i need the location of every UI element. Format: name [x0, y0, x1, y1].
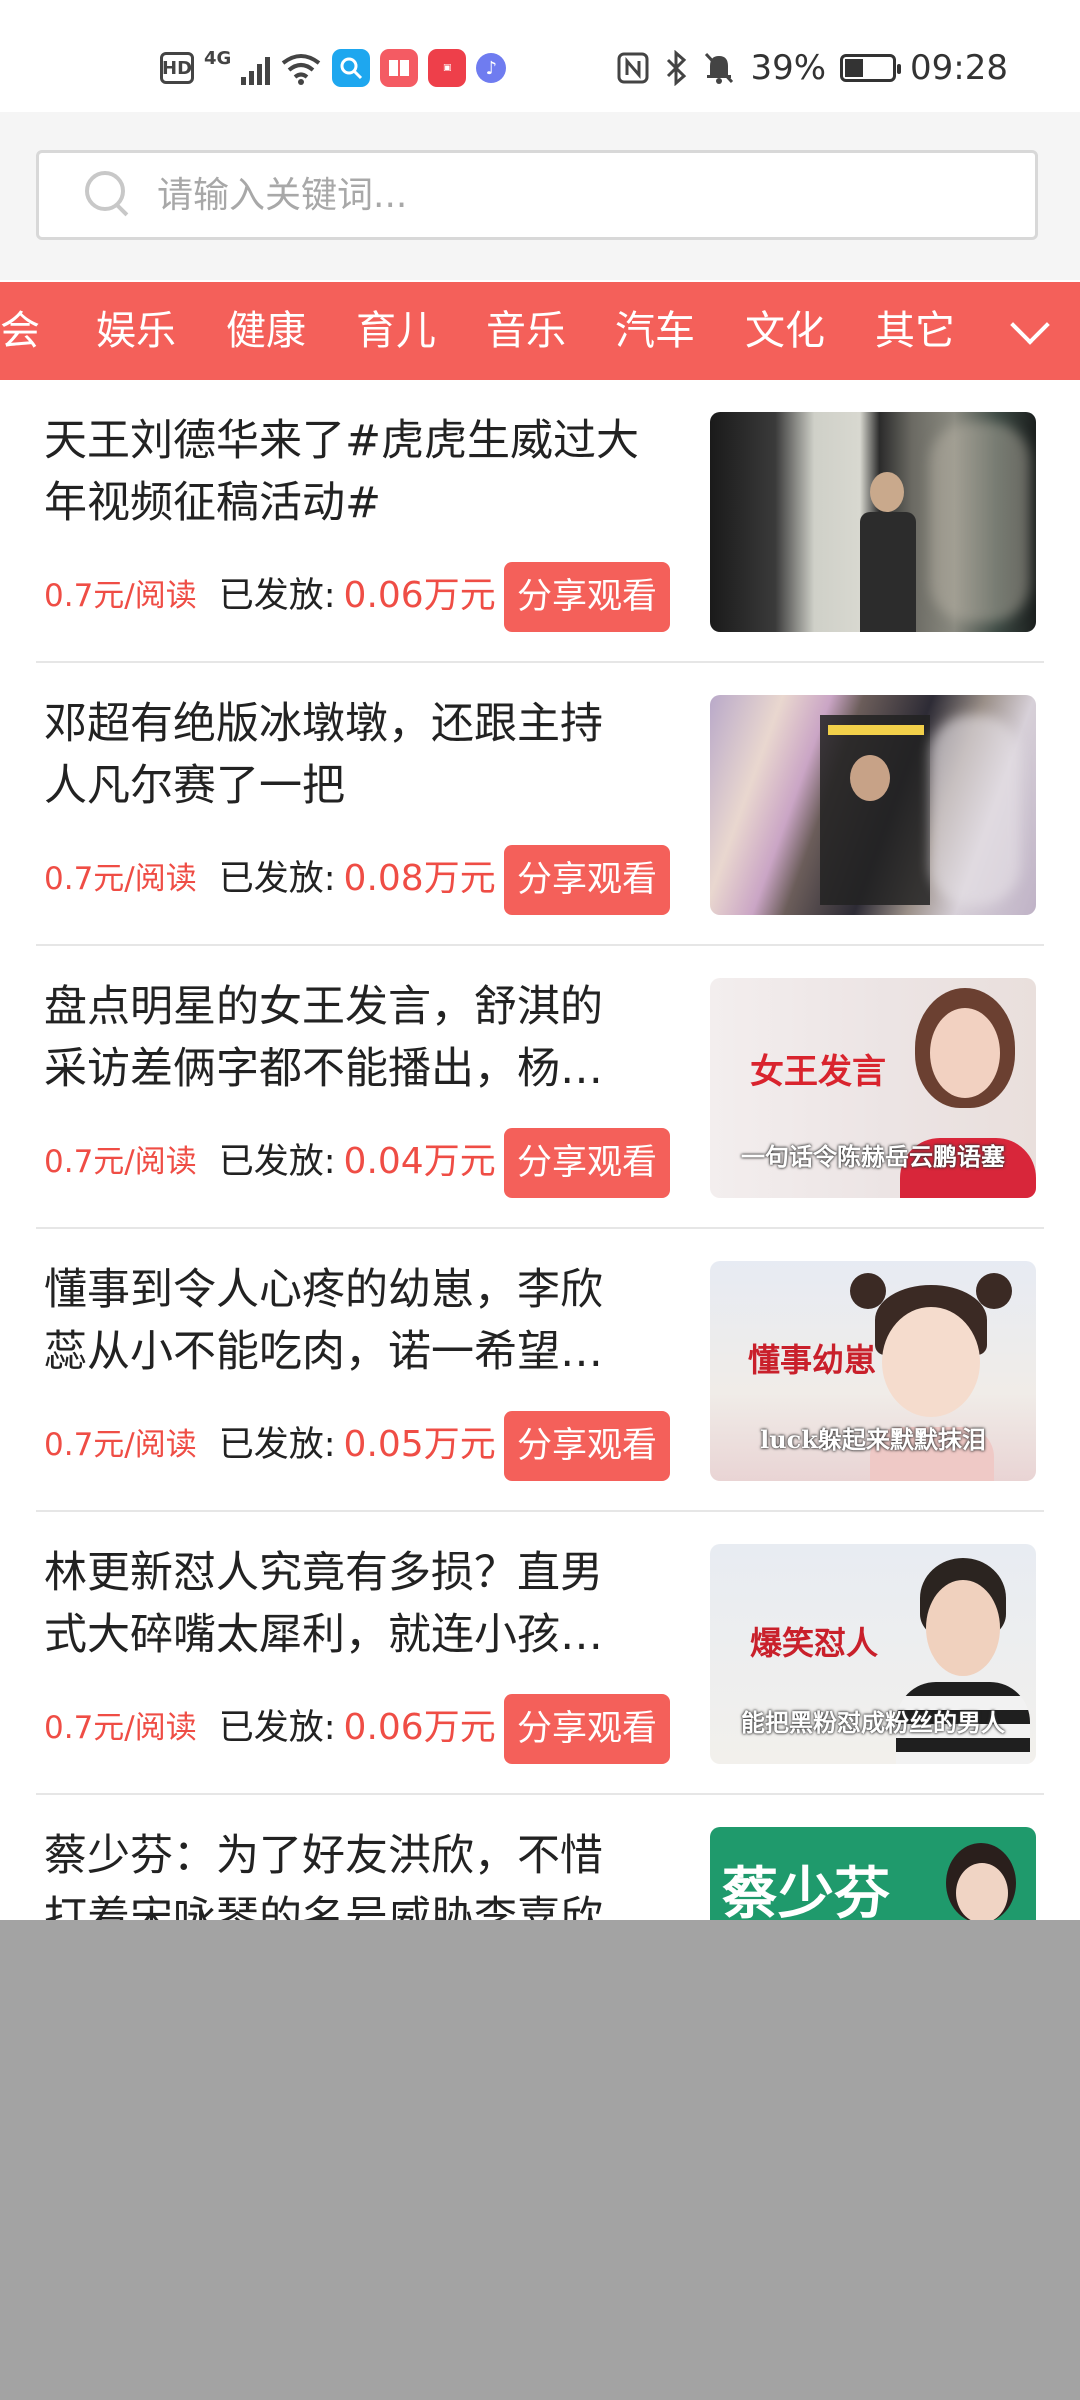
share-watch-button[interactable]: 分享观看	[504, 1694, 670, 1764]
tab-entertainment[interactable]: 娱乐	[96, 282, 176, 380]
news-meta: 0.7元/阅读 已发放: 0.06万元	[44, 1690, 496, 1758]
tab-health[interactable]: 健康	[226, 282, 306, 380]
news-feed: 天王刘德华来了#虎虎生威过大年视频征稿活动# 0.7元/阅读 已发放: 0.06…	[0, 380, 1080, 2078]
chevron-down-icon	[1010, 305, 1050, 345]
reward-rate: 0.7元/阅读	[44, 860, 197, 897]
published-value: 0.08万元	[343, 858, 496, 899]
published-label: 已发放:	[218, 1424, 336, 1465]
thumb-subtitle: 能把黑粉怼成粉丝的男人	[741, 1708, 1005, 1737]
news-item[interactable]: 天王刘德华来了#虎虎生威过大年视频征稿活动# 0.7元/阅读 已发放: 0.06…	[36, 380, 1044, 663]
bottom-overlay	[0, 1920, 1080, 2400]
published-value: 0.04万元	[343, 1141, 496, 1182]
search-box[interactable]	[36, 150, 1038, 240]
bluetooth-icon	[667, 50, 687, 86]
status-bar: HD 4G ▣ ♪ 39% 09:28	[0, 0, 1080, 112]
news-meta: 0.7元/阅读 已发放: 0.06万元	[44, 558, 496, 626]
search-input[interactable]	[155, 173, 1035, 217]
reward-rate: 0.7元/阅读	[44, 1709, 197, 1746]
search-icon	[79, 165, 139, 225]
thumb-title: 蔡少芬	[722, 1862, 890, 1927]
thumb-face	[956, 1863, 1008, 1923]
reader-app-icon	[380, 49, 419, 87]
share-watch-button[interactable]: 分享观看	[504, 562, 670, 632]
news-thumbnail[interactable]	[710, 412, 1036, 632]
search-app-icon	[332, 49, 371, 87]
reward-rate: 0.7元/阅读	[44, 1143, 197, 1180]
thumb-figure	[870, 472, 904, 512]
status-left: HD 4G ▣ ♪	[160, 44, 507, 92]
mute-icon	[705, 52, 734, 84]
tab-music[interactable]: 音乐	[486, 282, 566, 380]
news-thumbnail[interactable]: 懂事幼崽 luck躲起来默默抹泪	[710, 1261, 1036, 1481]
tab-auto[interactable]: 汽车	[615, 282, 695, 380]
news-meta: 0.7元/阅读 已发放: 0.05万元	[44, 1407, 496, 1475]
news-thumbnail[interactable]	[710, 695, 1036, 915]
category-tabs: 社会 娱乐 健康 育儿 音乐 汽车 文化 其它	[0, 282, 1080, 380]
more-categories-button[interactable]	[980, 282, 1080, 380]
nfc-icon	[617, 52, 649, 84]
huawei-app-icon: ▣	[428, 49, 467, 87]
news-thumbnail[interactable]: 女王发言 一句话令陈赫岳云鹏语塞	[710, 978, 1036, 1198]
share-watch-button[interactable]: 分享观看	[504, 845, 670, 915]
published-value: 0.05万元	[343, 1424, 496, 1465]
hd-icon: HD	[160, 52, 194, 84]
news-item[interactable]: 盘点明星的女王发言，舒淇的采访差俩字都不能播出，杨… 0.7元/阅读 已发放: …	[36, 946, 1044, 1229]
thumb-face	[926, 1580, 1000, 1676]
published-value: 0.06万元	[343, 1707, 496, 1748]
news-thumbnail[interactable]: 爆笑怼人 能把黑粉怼成粉丝的男人	[710, 1544, 1036, 1764]
news-title[interactable]: 懂事到令人心疼的幼崽，李欣蕊从小不能吃肉，诺一希望…	[44, 1259, 644, 1383]
clock: 09:28	[910, 48, 1008, 88]
news-title[interactable]: 天王刘德华来了#虎虎生威过大年视频征稿活动#	[44, 410, 644, 534]
news-item[interactable]: 懂事到令人心疼的幼崽，李欣蕊从小不能吃肉，诺一希望… 0.7元/阅读 已发放: …	[36, 1229, 1044, 1512]
thumb-blur	[930, 422, 1030, 622]
published-value: 0.06万元	[343, 575, 496, 616]
reward-rate: 0.7元/阅读	[44, 577, 197, 614]
share-watch-button[interactable]: 分享观看	[504, 1128, 670, 1198]
news-title[interactable]: 林更新怼人究竟有多损？直男式大碎嘴太犀利，就连小孩…	[44, 1542, 644, 1666]
tab-other[interactable]: 其它	[875, 282, 955, 380]
thumb-face	[882, 1307, 980, 1417]
search-area	[0, 112, 1080, 280]
thumb-hair-bun	[976, 1273, 1012, 1309]
published-label: 已发放:	[218, 1707, 336, 1748]
news-meta: 0.7元/阅读 已发放: 0.04万元	[44, 1124, 496, 1192]
news-meta: 0.7元/阅读 已发放: 0.08万元	[44, 841, 496, 909]
thumb-subtitle: 一句话令陈赫岳云鹏语塞	[741, 1142, 1005, 1171]
tab-culture[interactable]: 文化	[745, 282, 825, 380]
news-item[interactable]: 邓超有绝版冰墩墩，还跟主持人凡尔赛了一把 0.7元/阅读 已发放: 0.08万元…	[36, 663, 1044, 946]
thumb-blur	[930, 715, 1020, 905]
music-app-icon: ♪	[476, 53, 507, 83]
news-item[interactable]: 林更新怼人究竟有多损？直男式大碎嘴太犀利，就连小孩… 0.7元/阅读 已发放: …	[36, 1512, 1044, 1795]
tab-parenting[interactable]: 育儿	[356, 282, 436, 380]
battery-icon	[840, 54, 902, 82]
thumb-video-frame	[820, 715, 930, 905]
thumb-figure-body	[860, 512, 916, 632]
wifi-icon	[282, 54, 321, 85]
signal-icon	[241, 51, 271, 85]
thumb-caption-strip	[828, 725, 924, 735]
battery-level	[845, 59, 863, 77]
reward-rate: 0.7元/阅读	[44, 1426, 197, 1463]
news-title[interactable]: 邓超有绝版冰墩墩，还跟主持人凡尔赛了一把	[44, 693, 644, 817]
thumb-title: 女王发言	[750, 1052, 886, 1092]
thumb-title: 爆笑怼人	[750, 1624, 879, 1662]
network-type: 4G	[204, 47, 232, 69]
thumb-figure	[850, 755, 890, 801]
published-label: 已发放:	[218, 1141, 336, 1182]
battery-percent: 39%	[750, 48, 827, 88]
thumb-subtitle: luck躲起来默默抹泪	[760, 1425, 986, 1454]
tab-society[interactable]: 社会	[0, 282, 40, 380]
thumb-face	[930, 1008, 1000, 1098]
share-watch-button[interactable]: 分享观看	[504, 1411, 670, 1481]
news-title[interactable]: 盘点明星的女王发言，舒淇的采访差俩字都不能播出，杨…	[44, 976, 644, 1100]
thumb-title: 懂事幼崽	[748, 1341, 877, 1379]
published-label: 已发放:	[218, 575, 336, 616]
status-right: 39% 09:28	[616, 44, 1008, 92]
published-label: 已发放:	[218, 858, 336, 899]
